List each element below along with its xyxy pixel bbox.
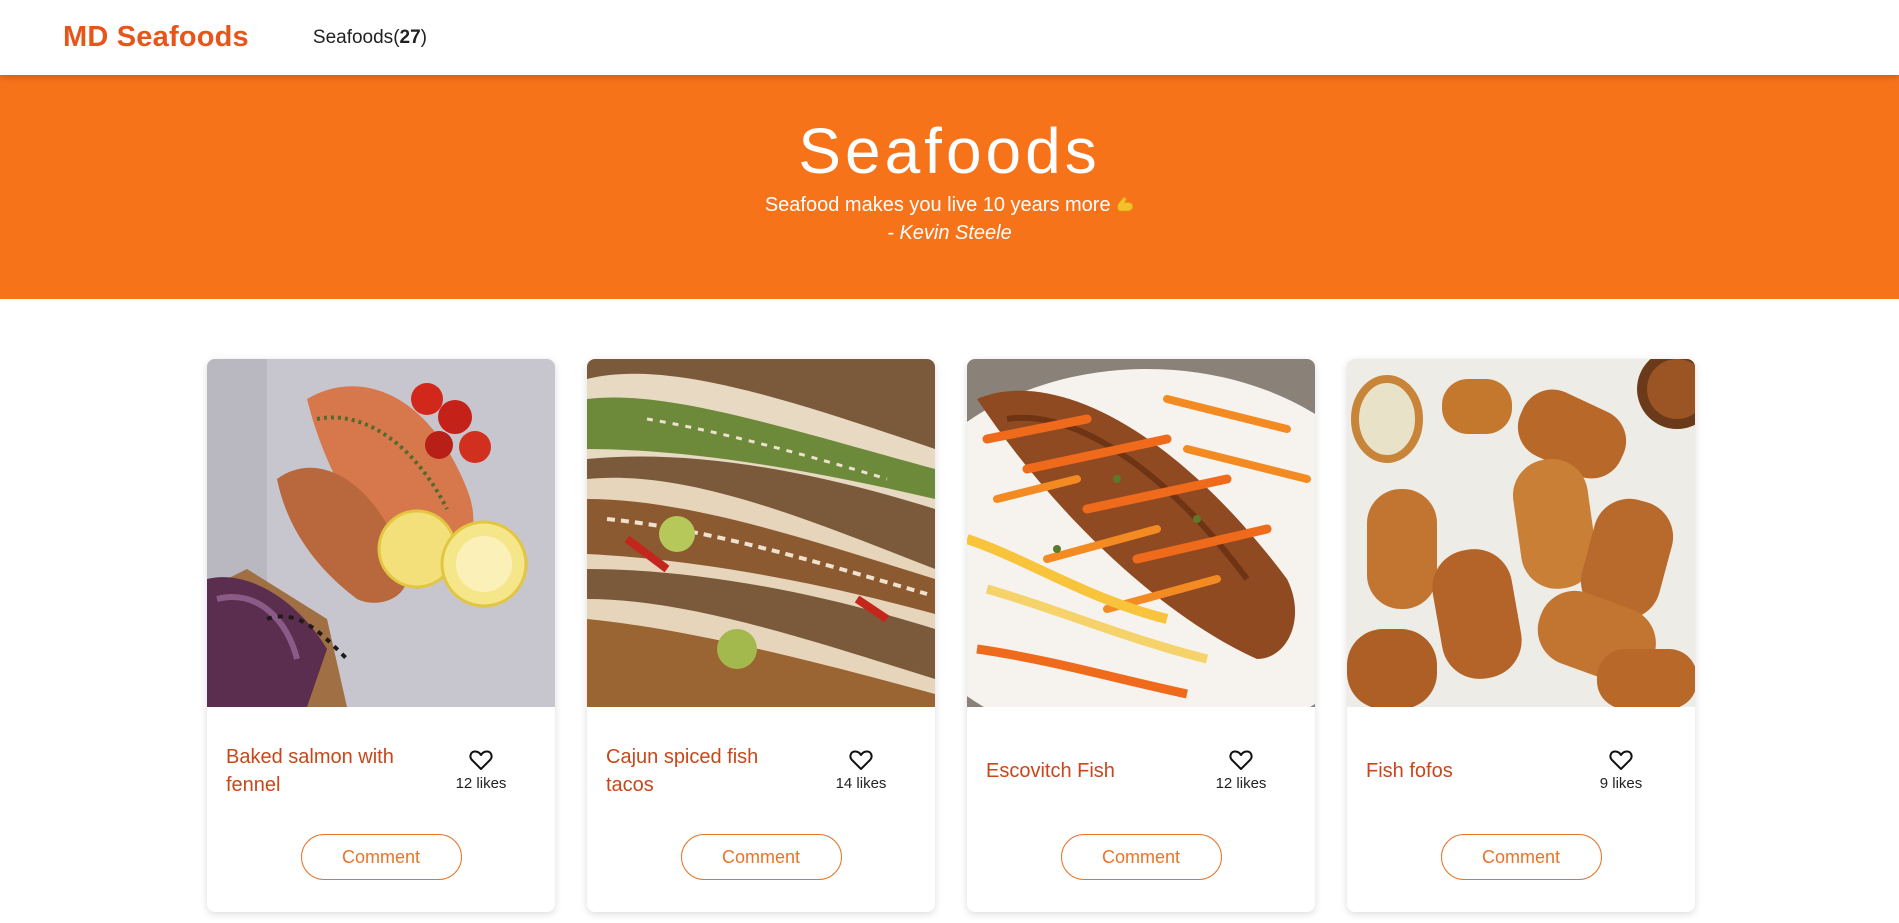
- card-info: Cajun spiced fish tacos 14 likes: [587, 707, 935, 834]
- heart-icon[interactable]: [849, 749, 873, 771]
- meal-card: Baked salmon with fennel 12 likes Commen…: [207, 359, 555, 912]
- card-info: Baked salmon with fennel 12 likes: [207, 707, 555, 834]
- card-actions: Comment: [587, 834, 935, 880]
- heart-icon[interactable]: [469, 749, 493, 771]
- brand-logo[interactable]: MD Seafoods: [63, 21, 249, 54]
- meal-card: Fish fofos 9 likes Comment: [1347, 359, 1695, 912]
- comment-button[interactable]: Comment: [300, 834, 462, 880]
- likes-count: 12 likes: [455, 775, 507, 792]
- heart-icon[interactable]: [1229, 749, 1253, 771]
- likes-count: 12 likes: [1215, 775, 1267, 792]
- meal-card: Escovitch Fish 12 likes Comment: [967, 359, 1315, 912]
- likes-count: 9 likes: [1599, 775, 1643, 792]
- card-actions: Comment: [1347, 834, 1695, 880]
- comment-button[interactable]: Comment: [1060, 834, 1222, 880]
- likes-section: 12 likes: [1205, 749, 1277, 792]
- card-actions: Comment: [967, 834, 1315, 880]
- likes-section: 14 likes: [825, 749, 897, 792]
- likes-section: 12 likes: [445, 749, 517, 792]
- nav-link-label: Seafoods: [312, 26, 394, 48]
- meal-card: Cajun spiced fish tacos 14 likes Comment: [587, 359, 935, 912]
- escovitch-fish-photo: [967, 359, 1315, 707]
- hero-author: - Kevin Steele: [887, 222, 1012, 244]
- heart-icon[interactable]: [1609, 749, 1633, 771]
- hero-quote: Seafood makes you live 10 years more: [0, 191, 1899, 219]
- meal-title: Escovitch Fish: [986, 759, 1115, 782]
- main-content: Baked salmon with fennel 12 likes Commen…: [0, 299, 1899, 923]
- meal-list: Baked salmon with fennel 12 likes Commen…: [207, 359, 1695, 912]
- hero-quote-text: Seafood makes you live 10 years more: [764, 194, 1111, 216]
- navbar: MD Seafoods Seafoods(27): [0, 0, 1899, 75]
- card-actions: Comment: [207, 834, 555, 880]
- hero-title: Seafoods: [798, 115, 1101, 187]
- meal-title: Cajun spiced fish tacos: [606, 745, 759, 796]
- meal-title: Baked salmon with fennel: [226, 745, 394, 796]
- meal-title: Fish fofos: [1366, 759, 1453, 782]
- seafoods-count: 27: [399, 26, 421, 48]
- comment-button[interactable]: Comment: [680, 834, 842, 880]
- likes-section: 9 likes: [1585, 749, 1657, 792]
- flexed-biceps-icon: [1117, 196, 1134, 212]
- baked-salmon-photo: [207, 359, 555, 707]
- card-info: Escovitch Fish 12 likes: [967, 707, 1315, 834]
- nav-link-seafoods[interactable]: Seafoods(27): [313, 27, 427, 49]
- card-info: Fish fofos 9 likes: [1347, 707, 1695, 834]
- likes-count: 14 likes: [835, 775, 887, 792]
- hero-banner: Seafoods Seafood makes you live 10 years…: [0, 75, 1899, 299]
- fish-fofos-photo: [1347, 359, 1695, 707]
- fish-tacos-photo: [587, 359, 935, 707]
- comment-button[interactable]: Comment: [1440, 834, 1602, 880]
